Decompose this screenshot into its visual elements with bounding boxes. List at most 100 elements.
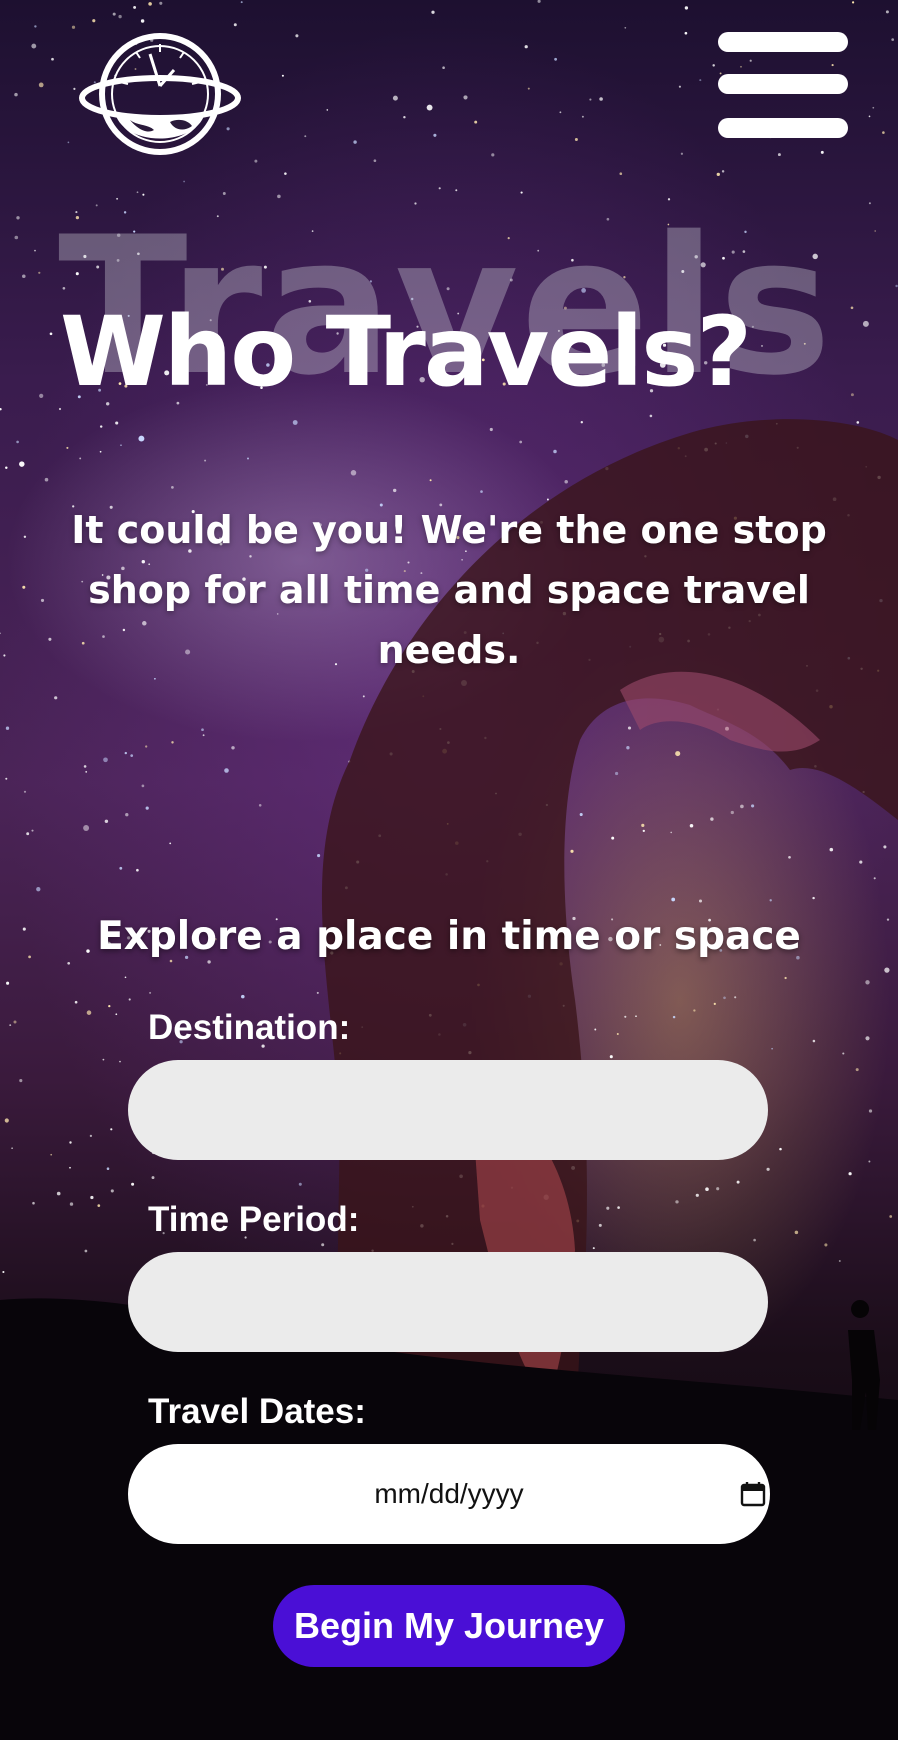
- star: [292, 420, 298, 425]
- star: [362, 695, 365, 698]
- star: [14, 92, 18, 97]
- star: [0, 408, 2, 411]
- star: [73, 87, 76, 90]
- star: [438, 187, 441, 190]
- hamburger-menu-button[interactable]: [716, 30, 850, 142]
- star: [812, 1039, 816, 1043]
- star: [128, 998, 131, 1001]
- star: [723, 996, 726, 1000]
- star: [31, 829, 34, 832]
- star: [392, 95, 398, 101]
- star: [99, 425, 103, 428]
- star: [617, 1206, 620, 1209]
- star: [895, 284, 898, 288]
- star: [889, 1215, 893, 1218]
- star: [771, 1047, 773, 1050]
- travel-dates-input[interactable]: mm/dd/yyyy: [128, 1444, 770, 1544]
- star: [581, 115, 584, 118]
- star: [554, 57, 558, 61]
- star: [431, 10, 435, 14]
- time-period-input[interactable]: [128, 1252, 768, 1352]
- star: [559, 111, 562, 114]
- star: [298, 1182, 302, 1186]
- star: [873, 877, 876, 880]
- star: [136, 191, 139, 194]
- star: [118, 14, 122, 19]
- star: [23, 790, 27, 793]
- star: [373, 159, 377, 163]
- star: [868, 1160, 871, 1163]
- page-title: Who Travels?: [60, 296, 752, 408]
- star: [766, 1167, 770, 1171]
- star: [124, 751, 127, 755]
- star: [85, 771, 88, 773]
- star: [51, 57, 54, 61]
- star: [66, 446, 69, 449]
- star: [103, 757, 108, 763]
- star: [721, 170, 725, 173]
- begin-journey-button[interactable]: Begin My Journey: [273, 1585, 625, 1667]
- star: [856, 421, 860, 424]
- star: [295, 34, 299, 38]
- destination-input[interactable]: [128, 1060, 768, 1160]
- star: [564, 480, 568, 484]
- star: [850, 306, 854, 310]
- star: [26, 832, 30, 836]
- star: [838, 1260, 841, 1262]
- star: [820, 150, 824, 154]
- star: [842, 1052, 845, 1055]
- star: [222, 192, 226, 195]
- star: [553, 449, 557, 454]
- globe-clock-icon: [79, 33, 241, 155]
- logo-icon[interactable]: [78, 26, 242, 162]
- star: [169, 842, 172, 845]
- star: [678, 85, 681, 88]
- star: [4, 1118, 9, 1123]
- star: [751, 804, 755, 808]
- star: [171, 741, 174, 744]
- star: [86, 1010, 92, 1015]
- star: [705, 1187, 709, 1191]
- star: [99, 450, 102, 453]
- star: [579, 812, 583, 817]
- star: [695, 1193, 699, 1197]
- star: [34, 249, 36, 252]
- star: [606, 1206, 610, 1210]
- star: [570, 849, 574, 853]
- star: [13, 1020, 17, 1024]
- star: [455, 189, 458, 192]
- star: [671, 897, 676, 902]
- star: [537, 0, 541, 3]
- star: [204, 459, 207, 462]
- star: [874, 230, 877, 232]
- star: [202, 734, 205, 737]
- star: [5, 466, 8, 469]
- time-period-label: Time Period:: [148, 1200, 360, 1239]
- star: [489, 427, 493, 432]
- calendar-icon[interactable]: [740, 1481, 766, 1507]
- star: [699, 79, 702, 82]
- star: [680, 152, 684, 155]
- star: [247, 457, 249, 460]
- star: [9, 1024, 12, 1027]
- star: [684, 6, 689, 10]
- star: [736, 1180, 740, 1184]
- star: [693, 1009, 696, 1012]
- star: [851, 1, 855, 4]
- star: [698, 899, 703, 903]
- star: [16, 216, 20, 220]
- star: [350, 470, 357, 476]
- star: [616, 1032, 619, 1036]
- star: [71, 25, 76, 29]
- star: [102, 1058, 105, 1061]
- star: [159, 1, 163, 5]
- star: [240, 1, 243, 4]
- star: [16, 440, 19, 444]
- star: [40, 598, 45, 602]
- star: [79, 457, 82, 460]
- star: [713, 1002, 716, 1006]
- star: [862, 320, 869, 327]
- star: [684, 31, 688, 35]
- star: [44, 477, 49, 482]
- star: [11, 1147, 13, 1150]
